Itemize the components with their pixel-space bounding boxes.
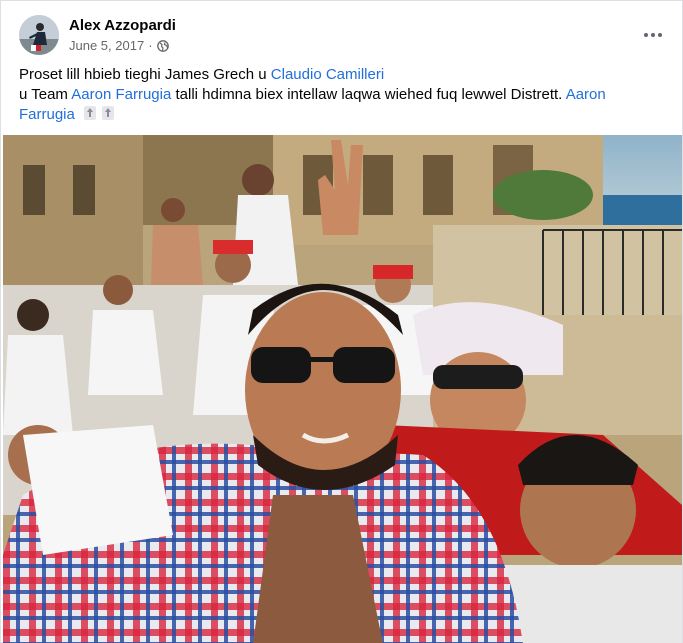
meta-separator: · xyxy=(148,38,153,53)
more-options-icon xyxy=(644,33,648,37)
tag-claudio-camilleri[interactable]: Claudio Camilleri xyxy=(271,66,384,83)
more-options-dot xyxy=(658,33,662,37)
caption-line-3: Farrugia xyxy=(19,105,669,125)
tag-aaron-farrugia-2-cont[interactable]: Farrugia xyxy=(19,106,75,123)
more-options-button[interactable] xyxy=(637,19,669,51)
caption-line-2: u Team Aaron Farrugia talli hdimna biex … xyxy=(19,85,669,105)
avatar-image xyxy=(19,15,59,55)
recycle-arrows-icon xyxy=(84,106,97,120)
facebook-post: Alex Azzopardi June 5, 2017 · Proset lil… xyxy=(0,0,683,643)
caption-text: talli hdimna biex intellaw laqwa wiehed … xyxy=(171,86,566,103)
caption-text: u Team xyxy=(19,86,72,103)
post-photo[interactable] xyxy=(3,135,682,643)
more-options-dot xyxy=(651,33,655,37)
caption-text: Proset lill hbieb tieghi James Grech u xyxy=(19,66,271,83)
post-header: Alex Azzopardi June 5, 2017 · xyxy=(19,15,669,59)
tag-aaron-farrugia[interactable]: Aaron Farrugia xyxy=(71,86,171,103)
post-meta: June 5, 2017 · xyxy=(69,38,169,53)
author-avatar[interactable] xyxy=(19,15,59,55)
recycle-arrows-icon xyxy=(102,106,115,120)
post-caption: Proset lill hbieb tieghi James Grech u C… xyxy=(19,65,669,125)
group-selfie-photo xyxy=(3,135,682,643)
tag-aaron-farrugia-2[interactable]: Aaron xyxy=(566,86,606,103)
post-date[interactable]: June 5, 2017 xyxy=(69,38,144,53)
globe-icon[interactable] xyxy=(156,39,169,52)
author-name[interactable]: Alex Azzopardi xyxy=(69,17,176,34)
caption-line-1: Proset lill hbieb tieghi James Grech u C… xyxy=(19,65,669,85)
